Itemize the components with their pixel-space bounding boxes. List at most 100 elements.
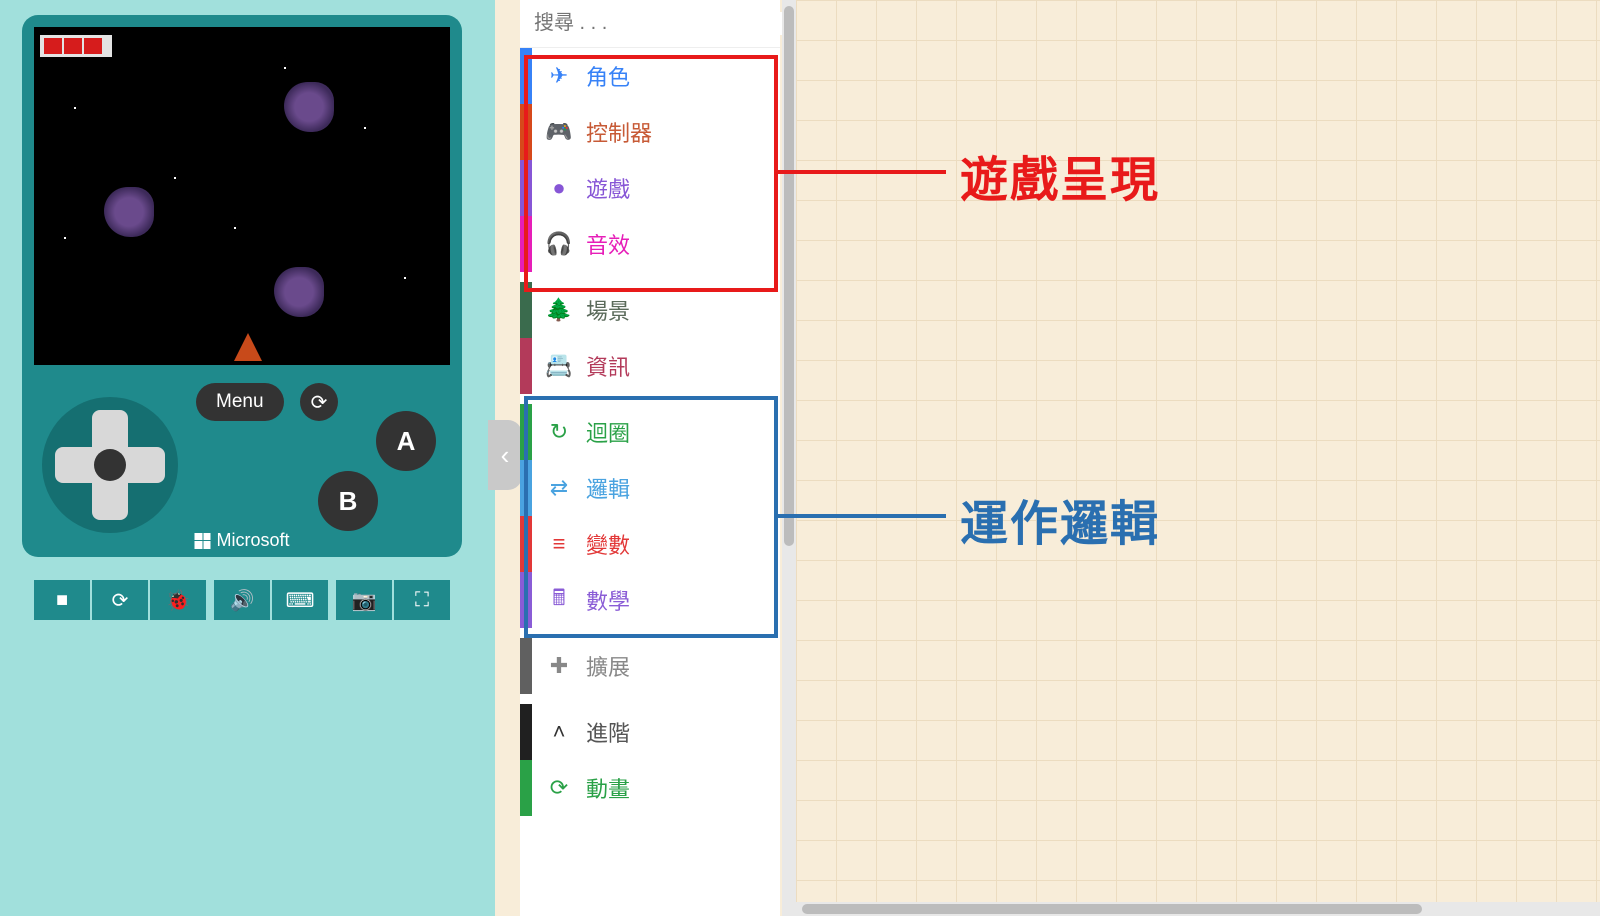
fullscreen-button[interactable]: ⛶ [394, 580, 450, 620]
chevron-left-icon: ‹ [501, 440, 510, 471]
category-item[interactable]: ⇄ 邏輯 [520, 460, 780, 516]
category-color-bar [520, 48, 532, 104]
category-icon: ● [546, 175, 572, 201]
b-button[interactable]: B [318, 471, 378, 531]
category-color-bar [520, 338, 532, 394]
heart-icon [44, 38, 62, 54]
category-item[interactable]: ✈ 角色 [520, 48, 780, 104]
category-color-bar [520, 638, 532, 694]
category-color-bar [520, 404, 532, 460]
category-label: 動畫 [586, 772, 630, 804]
category-label: 遊戲 [586, 172, 630, 204]
category-label: 變數 [586, 528, 630, 560]
category-label: 音效 [586, 228, 630, 260]
bug-icon: 🐞 [166, 588, 191, 613]
category-item[interactable]: 🎧 音效 [520, 216, 780, 272]
category-list: ✈ 角色 🎮 控制器 ● 遊戲 🎧 音效 🌲 場景 📇 資訊 ↻ 迴圈 ⇄ 邏輯 ≡ 變數 🖩 數學 ✚ 擴展 ˄進階 ⟳ 動畫 [520, 48, 780, 916]
category-item[interactable]: 🎮 控制器 [520, 104, 780, 160]
category-color-bar [520, 760, 532, 816]
category-icon: 🖩 [546, 587, 572, 613]
category-color-bar [520, 216, 532, 272]
search-row: 🔍 [520, 0, 780, 48]
blocks-canvas[interactable] [796, 0, 1600, 902]
game-screen[interactable] [34, 27, 450, 365]
keyboard-button[interactable]: ⌨ [272, 580, 328, 620]
stop-icon: ■ [56, 589, 68, 612]
menu-button[interactable]: Menu [196, 383, 284, 421]
annotation-line-red [778, 170, 946, 174]
simulator-panel: Menu ⟳ A B Microsoft ■ ⟳ 🐞 🔊 ⌨ 📷 ⛶ [0, 0, 495, 916]
category-icon: 🎧 [546, 231, 572, 257]
dpad[interactable] [42, 397, 178, 533]
collapse-simulator-button[interactable]: ‹ [488, 420, 522, 490]
stop-button[interactable]: ■ [34, 580, 90, 620]
heart-icon [84, 38, 102, 54]
category-icon: ⟳ [546, 775, 572, 801]
category-label: 場景 [586, 294, 630, 326]
annotation-label-blue: 運作邏輯 [960, 484, 1160, 554]
scrollbar-thumb[interactable] [802, 904, 1422, 914]
category-icon: ✈ [546, 63, 572, 89]
reload-icon: ⟳ [112, 588, 129, 613]
category-icon: 📇 [546, 353, 572, 379]
camera-icon: 📷 [352, 588, 377, 613]
debug-button[interactable]: 🐞 [150, 580, 206, 620]
microsoft-brand: Microsoft [194, 530, 289, 551]
category-label: 資訊 [586, 350, 630, 382]
category-color-bar [520, 282, 532, 338]
category-item[interactable]: 🖩 數學 [520, 572, 780, 628]
category-color-bar [520, 160, 532, 216]
simulator-toolbar: ■ ⟳ 🐞 🔊 ⌨ 📷 ⛶ [34, 580, 450, 620]
console: Menu ⟳ A B Microsoft [22, 15, 462, 557]
category-item[interactable]: ● 遊戲 [520, 160, 780, 216]
asteroid-sprite [104, 187, 154, 237]
heart-icon [64, 38, 82, 54]
mute-button[interactable]: 🔊 [214, 580, 270, 620]
speaker-icon: 🔊 [230, 588, 255, 613]
category-item[interactable]: ✚ 擴展 [520, 638, 780, 694]
fullscreen-icon: ⛶ [415, 589, 429, 612]
category-label: 邏輯 [586, 472, 630, 504]
category-scrollbar[interactable] [782, 0, 796, 916]
category-color-bar [520, 460, 532, 516]
category-panel: 🔍 ✈角色🎮控制器●遊戲🎧音效🌲場景📇資訊↻迴圈⇄邏輯≡變數🖩數學✚擴展˄進階⟳… [520, 0, 780, 916]
category-item[interactable]: ↻ 迴圈 [520, 404, 780, 460]
keyboard-icon: ⌨ [286, 588, 315, 613]
category-label: 擴展 [586, 650, 630, 682]
category-color-bar [520, 704, 532, 760]
console-controls: Menu ⟳ A B Microsoft [34, 379, 450, 547]
category-icon: ✚ [546, 653, 572, 679]
screenshot-button[interactable]: 📷 [336, 580, 392, 620]
asteroid-sprite [284, 82, 334, 132]
category-color-bar [520, 104, 532, 160]
category-label: 迴圈 [586, 416, 630, 448]
category-item[interactable]: ⟳ 動畫 [520, 760, 780, 816]
restart-button[interactable]: ⟳ [300, 383, 338, 421]
category-color-bar [520, 516, 532, 572]
category-item[interactable]: ≡ 變數 [520, 516, 780, 572]
microsoft-logo-icon [194, 533, 210, 549]
category-item[interactable]: 📇 資訊 [520, 338, 780, 394]
category-item[interactable]: 🌲 場景 [520, 282, 780, 338]
ship-sprite [234, 333, 262, 361]
category-label: 角色 [586, 60, 630, 92]
category-label: 進階 [586, 716, 630, 748]
scrollbar-thumb[interactable] [784, 6, 794, 546]
annotation-line-blue [778, 514, 946, 518]
category-icon: ⇄ [546, 475, 572, 501]
category-item[interactable]: ˄進階 [520, 704, 780, 760]
category-icon: 🎮 [546, 119, 572, 145]
asteroid-sprite [274, 267, 324, 317]
category-label: 數學 [586, 584, 630, 616]
a-button[interactable]: A [376, 411, 436, 471]
canvas-h-scrollbar[interactable] [796, 902, 1600, 916]
reload-button[interactable]: ⟳ [92, 580, 148, 620]
annotation-label-red: 遊戲呈現 [960, 140, 1160, 210]
category-label: 控制器 [586, 116, 652, 148]
search-input[interactable] [534, 12, 799, 35]
category-color-bar [520, 572, 532, 628]
category-icon: ≡ [546, 531, 572, 557]
category-icon: ↻ [546, 419, 572, 445]
category-icon: 🌲 [546, 297, 572, 323]
hearts-hud [40, 35, 112, 57]
